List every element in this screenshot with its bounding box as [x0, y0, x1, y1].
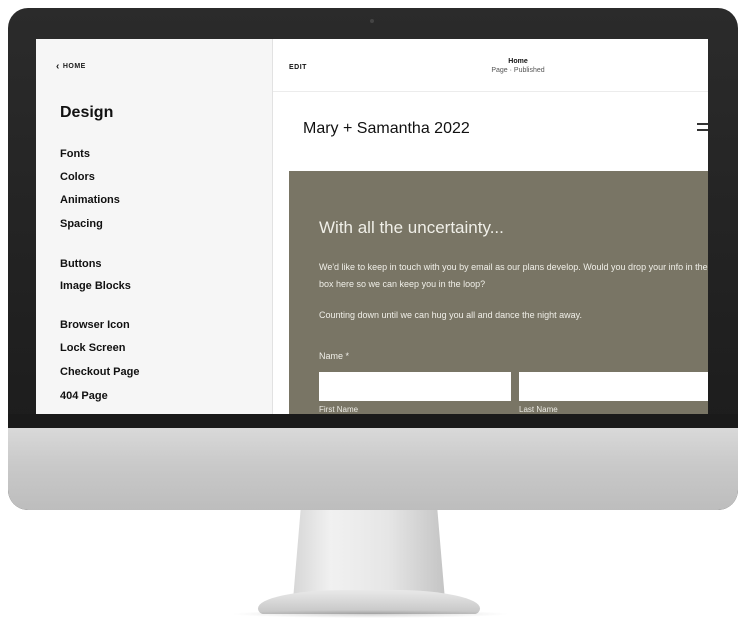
camera-icon — [370, 19, 374, 23]
panel-title: Design — [60, 104, 114, 121]
menu-item-spacing[interactable]: Spacing — [60, 218, 103, 230]
back-home-link[interactable]: ‹ HOME — [56, 61, 86, 72]
edit-button[interactable]: EDIT — [289, 64, 307, 71]
site-title[interactable]: Mary + Samantha 2022 — [303, 120, 470, 138]
monitor-stand-neck — [293, 510, 445, 600]
menu-icon[interactable] — [697, 123, 708, 135]
monitor-chin — [8, 428, 738, 510]
page-status: Page · Published — [491, 67, 545, 74]
intro-paragraph: We'd like to keep in touch with you by e… — [319, 262, 708, 289]
screen: ‹ HOME Design Fonts Colors Animations Sp… — [36, 39, 708, 414]
menu-item-colors[interactable]: Colors — [60, 171, 95, 183]
menu-item-checkout-page[interactable]: Checkout Page — [60, 366, 139, 378]
editor-topbar: EDIT Home Page · Published — [273, 39, 708, 92]
section-heading: With all the uncertainty... — [319, 218, 504, 237]
menu-item-lock-screen[interactable]: Lock Screen — [60, 342, 125, 354]
page-editor: EDIT Home Page · Published Mary + Samant… — [273, 39, 708, 414]
first-name-sublabel: First Name — [319, 405, 359, 414]
countdown-paragraph: Counting down until we can hug you all a… — [319, 310, 583, 320]
menu-item-404-page[interactable]: 404 Page — [60, 390, 108, 402]
design-panel: ‹ HOME Design Fonts Colors Animations Sp… — [36, 39, 273, 414]
last-name-sublabel: Last Name — [519, 405, 558, 414]
back-home-label: HOME — [62, 63, 86, 70]
menu-item-image-blocks[interactable]: Image Blocks — [60, 280, 131, 292]
name-label: Name * — [319, 351, 350, 361]
page-name: Home — [508, 58, 528, 65]
last-name-input[interactable] — [519, 372, 708, 401]
stand-shadow — [230, 610, 510, 618]
menu-item-browser-icon[interactable]: Browser Icon — [60, 319, 130, 331]
chevron-left-icon: ‹ — [56, 61, 60, 72]
signup-section: With all the uncertainty... We'd like to… — [289, 171, 708, 414]
menu-item-animations[interactable]: Animations — [60, 194, 120, 206]
menu-item-fonts[interactable]: Fonts — [60, 148, 90, 160]
menu-item-buttons[interactable]: Buttons — [60, 258, 102, 270]
first-name-input[interactable] — [319, 372, 511, 401]
